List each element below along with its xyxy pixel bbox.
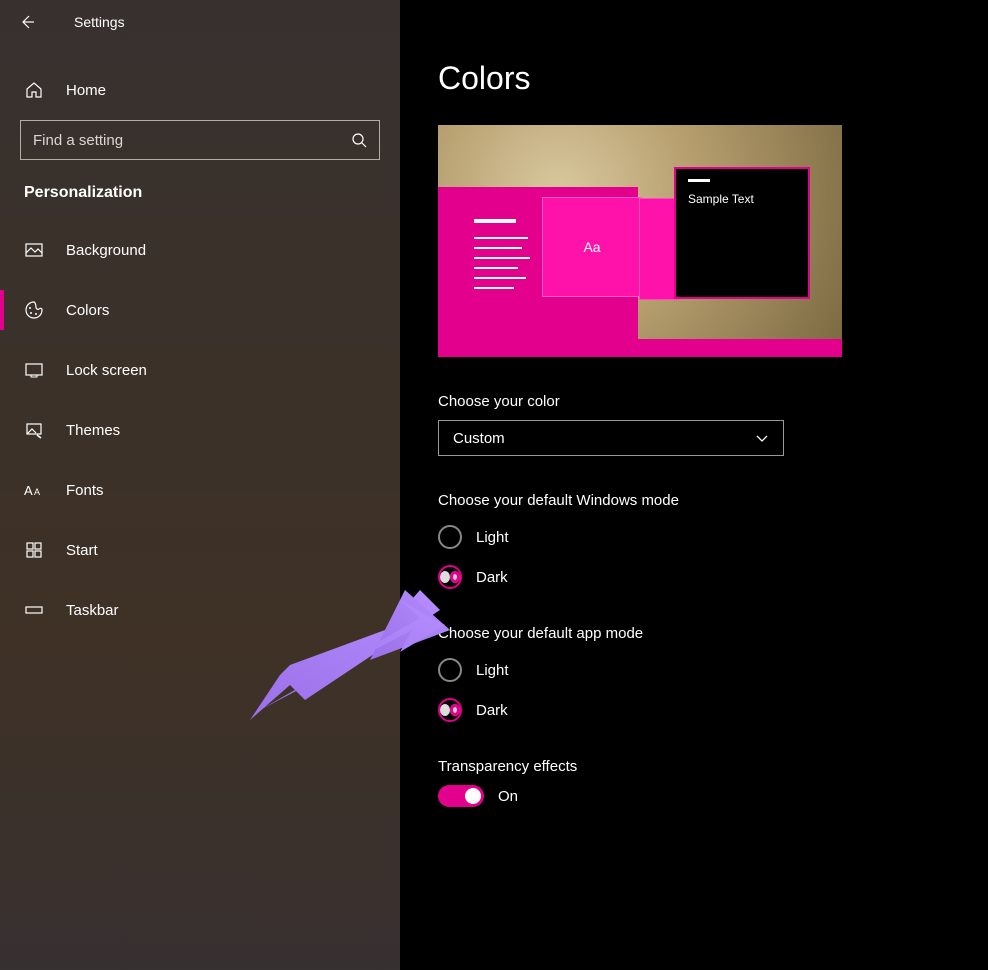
preview-taskbar — [438, 339, 842, 357]
home-icon — [24, 80, 44, 100]
app-mode-dark[interactable]: Dark — [438, 698, 938, 722]
nav-item-background[interactable]: Background — [0, 220, 400, 280]
svg-text:A: A — [24, 483, 33, 498]
windows-mode-label: Choose your default Windows mode — [438, 492, 938, 509]
section-title: Personalization — [0, 174, 400, 220]
choose-color-dropdown[interactable]: Custom — [438, 420, 784, 456]
nav-item-label: Themes — [66, 422, 120, 439]
sidebar: Settings Home Personalization Background — [0, 0, 400, 970]
nav-item-label: Fonts — [66, 482, 104, 499]
radio-unchecked-icon — [438, 525, 462, 549]
preview-sample-text: Sample Text — [688, 192, 754, 206]
palette-icon — [24, 300, 44, 320]
page-title: Colors — [438, 60, 938, 97]
dropdown-value: Custom — [453, 430, 505, 447]
app-mode-light[interactable]: Light — [438, 658, 938, 682]
main-content: Colors Aa Sample Text Choose your color … — [400, 0, 988, 970]
taskbar-icon — [24, 600, 44, 620]
nav-item-label: Taskbar — [66, 602, 119, 619]
preview-lines — [474, 211, 534, 297]
app-mode-group: Light Dark — [438, 658, 938, 722]
chevron-down-icon — [755, 431, 769, 445]
nav-item-label: Background — [66, 242, 146, 259]
nav-home[interactable]: Home — [0, 64, 400, 116]
transparency-toggle-row: On — [438, 785, 938, 807]
windows-mode-group: Light Dark — [438, 525, 938, 589]
radio-label: Dark — [476, 569, 508, 586]
nav-item-colors[interactable]: Colors — [0, 280, 400, 340]
titlebar: Settings — [0, 0, 400, 44]
nav-home-label: Home — [66, 82, 106, 99]
choose-color-label: Choose your color — [438, 393, 938, 410]
windows-mode-dark[interactable]: Dark — [438, 565, 938, 589]
nav-item-start[interactable]: Start — [0, 520, 400, 580]
themes-icon — [24, 420, 44, 440]
app-mode-label: Choose your default app mode — [438, 625, 938, 642]
preview-window: Sample Text — [674, 167, 810, 299]
transparency-toggle[interactable] — [438, 785, 484, 807]
radio-unchecked-icon — [438, 658, 462, 682]
arrow-left-icon — [19, 14, 35, 30]
nav-item-lockscreen[interactable]: Lock screen — [0, 340, 400, 400]
nav-item-themes[interactable]: Themes — [0, 400, 400, 460]
lockscreen-icon — [24, 360, 44, 380]
nav-item-label: Lock screen — [66, 362, 147, 379]
transparency-label: Transparency effects — [438, 758, 938, 775]
search-icon — [351, 132, 367, 148]
fonts-icon: AA — [24, 481, 44, 499]
preview-tile: Aa — [542, 197, 642, 297]
nav-item-fonts[interactable]: AA Fonts — [0, 460, 400, 520]
windows-mode-light[interactable]: Light — [438, 525, 938, 549]
nav-item-label: Start — [66, 542, 98, 559]
radio-label: Light — [476, 662, 509, 679]
toggle-state-label: On — [498, 788, 518, 805]
nav-item-label: Colors — [66, 302, 109, 319]
nav-item-taskbar[interactable]: Taskbar — [0, 580, 400, 640]
radio-checked-icon — [438, 565, 462, 589]
image-icon — [24, 240, 44, 260]
start-icon — [24, 540, 44, 560]
radio-label: Light — [476, 529, 509, 546]
svg-text:A: A — [34, 487, 40, 497]
search-input[interactable] — [33, 132, 300, 149]
search-box[interactable] — [20, 120, 380, 160]
radio-label: Dark — [476, 702, 508, 719]
radio-checked-icon — [438, 698, 462, 722]
app-title: Settings — [74, 14, 125, 30]
color-preview: Aa Sample Text — [438, 125, 842, 357]
back-button[interactable] — [18, 13, 36, 31]
